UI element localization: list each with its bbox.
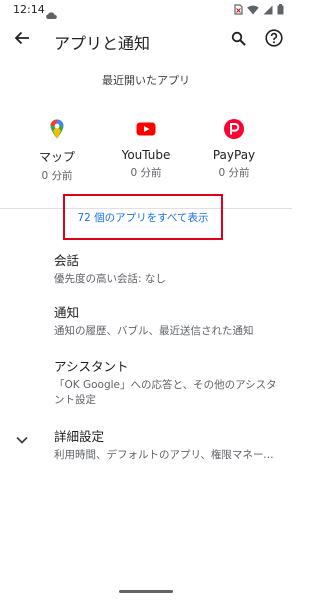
recent-apps: マップ 0 分前 YouTube 0 分前 PayPay 0 分前 bbox=[0, 118, 292, 190]
paypay-icon bbox=[223, 118, 245, 140]
pref-summary: 通知の履歴、バブル、最近送信された通知 bbox=[54, 325, 254, 337]
pref-title: 会話 bbox=[54, 253, 80, 268]
arrow-back-icon bbox=[14, 30, 30, 50]
pref-summary: 利用時間、デフォルトのアプリ、権限マネージャー、緊急速報メール、特別なアプリアク… bbox=[54, 449, 280, 461]
recent-app-maps[interactable]: マップ 0 分前 bbox=[12, 118, 102, 183]
pref-summary: 「OK Google」への応答と、その他のアシスタント設定 bbox=[54, 379, 277, 406]
wifi-icon bbox=[247, 5, 259, 15]
pref-title: 詳細設定 bbox=[54, 429, 105, 444]
pref-advanced[interactable]: 詳細設定 利用時間、デフォルトのアプリ、権限マネージャー、緊急速報メール、特別な… bbox=[54, 426, 286, 463]
youtube-icon bbox=[135, 118, 157, 140]
pref-conversations[interactable]: 会話 優先度の高い会話: なし bbox=[54, 250, 286, 287]
app-name: YouTube bbox=[121, 148, 171, 162]
recent-app-paypay[interactable]: PayPay 0 分前 bbox=[189, 118, 279, 180]
pref-title: アシスタント bbox=[54, 359, 129, 374]
status-bar: 12:14 bbox=[0, 0, 292, 22]
search-icon bbox=[231, 31, 246, 50]
back-button[interactable] bbox=[8, 26, 36, 54]
page-title: アプリと通知 bbox=[54, 34, 151, 53]
help-icon bbox=[265, 29, 283, 51]
see-all-apps-label: 72 個のアプリをすべて表示 bbox=[77, 211, 209, 224]
chevron-down-icon[interactable] bbox=[14, 432, 30, 448]
recent-apps-header: 最近開いたアプリ bbox=[102, 74, 190, 87]
pref-title: 通知 bbox=[54, 305, 80, 320]
google-maps-icon bbox=[46, 118, 68, 140]
see-all-apps-button[interactable]: 72 個のアプリをすべて表示 bbox=[63, 194, 223, 240]
app-bar: アプリと通知 bbox=[0, 22, 292, 58]
cellular-signal-icon bbox=[263, 5, 273, 15]
app-last-used: 0 分前 bbox=[41, 170, 73, 182]
pref-assistant[interactable]: アシスタント 「OK Google」への応答と、その他のアシスタント設定 bbox=[54, 356, 286, 408]
battery-icon bbox=[277, 4, 284, 15]
app-name: PayPay bbox=[212, 148, 256, 162]
status-icons bbox=[233, 4, 284, 15]
pref-notifications[interactable]: 通知 通知の履歴、バブル、最近送信された通知 bbox=[54, 302, 286, 339]
app-last-used: 0 分前 bbox=[218, 167, 250, 179]
gesture-nav-handle[interactable] bbox=[119, 590, 173, 593]
cloud-icon bbox=[45, 5, 57, 19]
status-time: 12:14 bbox=[13, 3, 45, 16]
sim-icon bbox=[233, 4, 243, 15]
recent-app-youtube[interactable]: YouTube 0 分前 bbox=[101, 118, 191, 180]
search-button[interactable] bbox=[224, 26, 252, 54]
app-last-used: 0 分前 bbox=[130, 167, 162, 179]
help-button[interactable] bbox=[260, 26, 288, 54]
pref-summary: 優先度の高い会話: なし bbox=[54, 273, 166, 285]
app-name: マップ bbox=[38, 150, 75, 164]
